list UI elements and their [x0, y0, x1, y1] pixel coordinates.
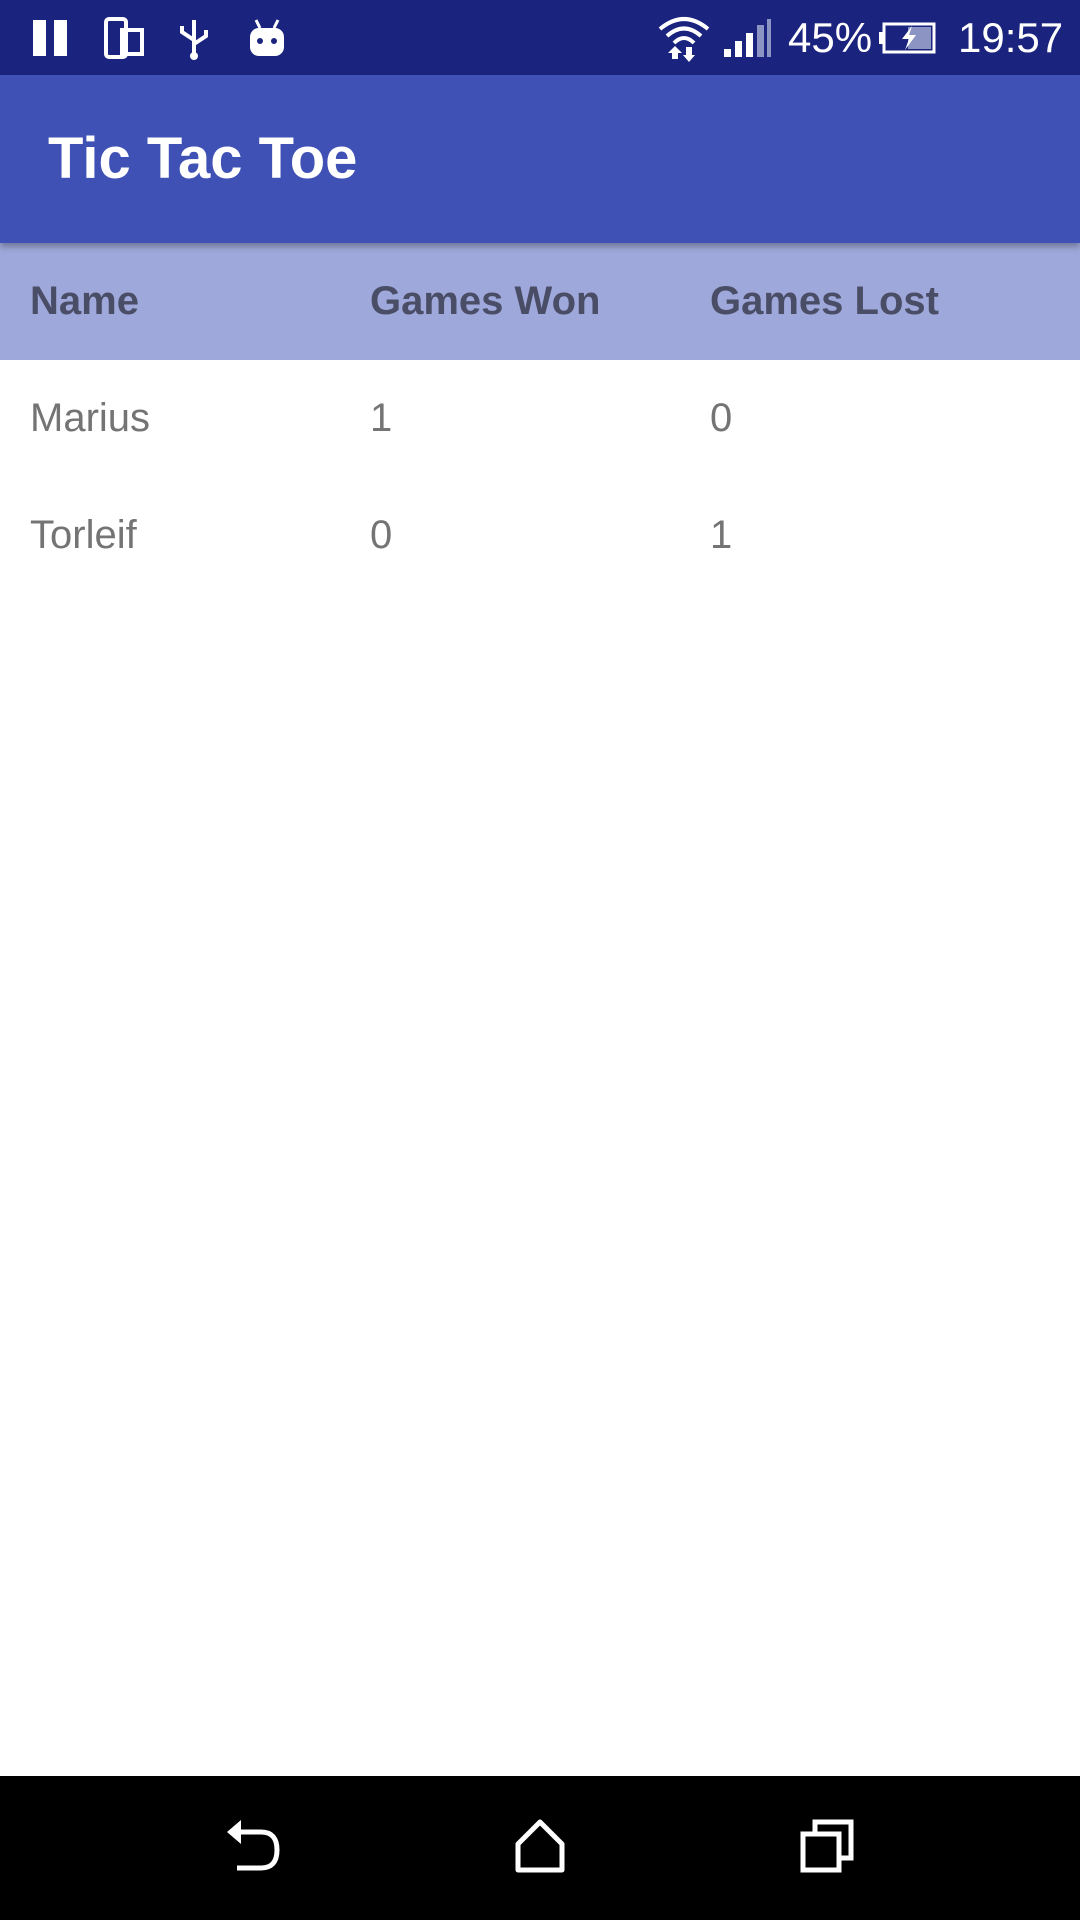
games-lost: 1: [710, 513, 733, 557]
scores-table: Name Games Won Games Lost Marius 1 0 Tor…: [0, 243, 1080, 594]
cell-signal-icon: [722, 0, 772, 75]
recents-icon: [799, 1818, 855, 1879]
table-row: Marius 1 0: [0, 360, 1080, 477]
header-name: Name: [30, 279, 139, 323]
back-button[interactable]: [173, 1776, 333, 1920]
usb-icon: [174, 0, 214, 75]
wifi-icon: [656, 0, 712, 75]
battery-percent: 45%: [788, 14, 873, 61]
home-icon: [512, 1818, 568, 1879]
android-debug-icon: [246, 0, 288, 75]
player-name: Torleif: [30, 513, 137, 557]
games-lost: 0: [710, 396, 733, 440]
home-button[interactable]: [460, 1776, 620, 1920]
clock: 19:57: [958, 14, 1064, 61]
battery-charging-icon: [878, 0, 938, 75]
games-won: 1: [370, 396, 393, 440]
status-bar: 45% 19:57: [0, 0, 1080, 75]
app-bar: Tic Tac Toe: [0, 75, 1080, 243]
app-title: Tic Tac Toe: [48, 126, 358, 191]
back-icon: [221, 1818, 285, 1879]
device-rotate-icon: [102, 0, 146, 75]
table-row: Torleif 0 1: [0, 477, 1080, 594]
pause-icon: [30, 0, 72, 75]
header-games-won: Games Won: [370, 279, 601, 323]
recents-button[interactable]: [747, 1776, 907, 1920]
games-won: 0: [370, 513, 393, 557]
table-header: Name Games Won Games Lost: [0, 243, 1080, 360]
navigation-bar: [0, 1776, 1080, 1920]
header-games-lost: Games Lost: [710, 279, 939, 323]
player-name: Marius: [30, 396, 151, 440]
